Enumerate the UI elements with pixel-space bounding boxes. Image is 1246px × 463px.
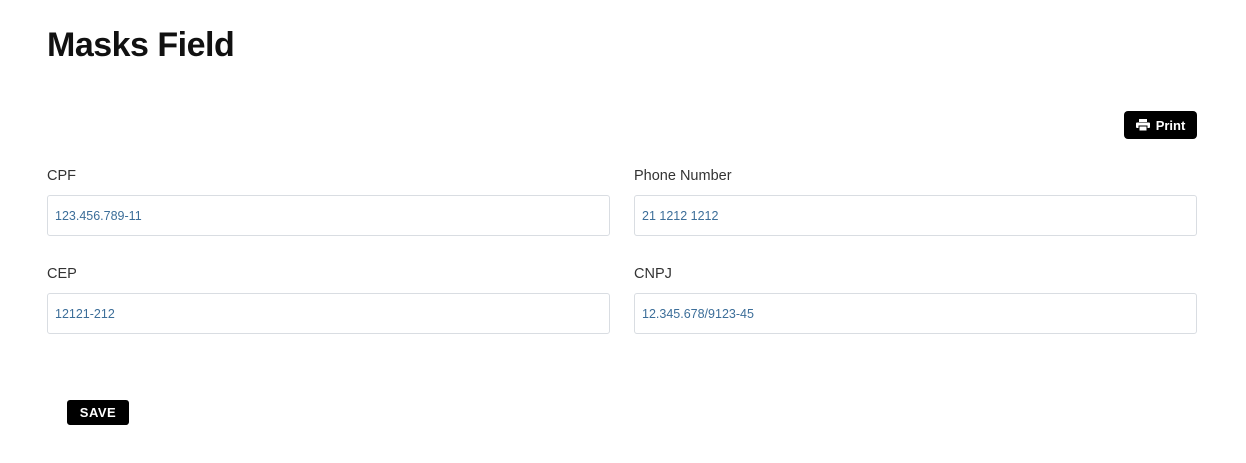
cnpj-input[interactable] xyxy=(634,293,1197,334)
save-button[interactable]: SAVE xyxy=(67,400,129,425)
print-button[interactable]: Print xyxy=(1124,111,1197,139)
phone-number-input[interactable] xyxy=(634,195,1197,236)
print-button-label: Print xyxy=(1155,117,1186,133)
cep-label: CEP xyxy=(47,266,77,282)
cep-input[interactable] xyxy=(47,293,610,334)
cnpj-field-group: CNPJ xyxy=(634,266,1197,334)
cpf-label: CPF xyxy=(47,168,76,184)
phone-number-field-group: Phone Number xyxy=(634,168,1197,236)
phone-number-label: Phone Number xyxy=(634,168,732,184)
masks-field-page: Masks Field Print CPF Phone Number CEP C… xyxy=(0,0,1246,463)
page-title: Masks Field xyxy=(47,26,235,64)
cep-field-group: CEP xyxy=(47,266,610,334)
printer-icon xyxy=(1135,119,1150,131)
cpf-input[interactable] xyxy=(47,195,610,236)
cnpj-label: CNPJ xyxy=(634,266,672,282)
cpf-field-group: CPF xyxy=(47,168,610,236)
